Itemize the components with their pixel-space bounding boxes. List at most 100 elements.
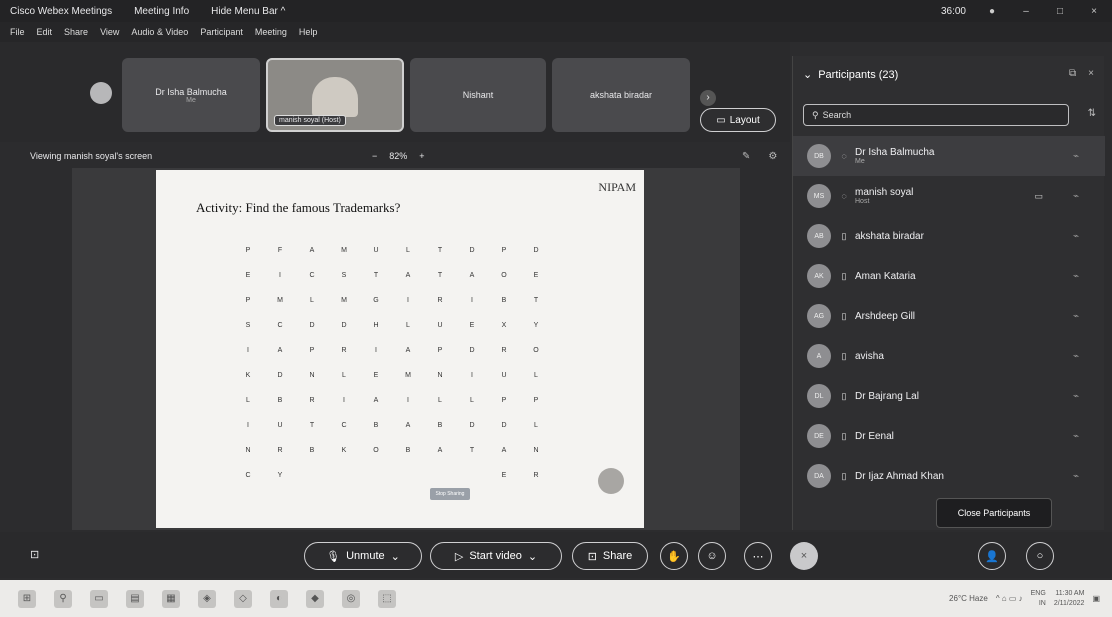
- participant-video: [312, 77, 358, 117]
- weather-text[interactable]: 26°C Haze: [949, 594, 988, 603]
- grid-spacer: [448, 288, 464, 313]
- menu-view[interactable]: View: [100, 27, 119, 37]
- zoom-level: 82%: [389, 151, 408, 161]
- meeting-info-button[interactable]: Meeting Info: [134, 6, 189, 17]
- grid-spacer: [320, 288, 336, 313]
- participant-row[interactable]: DE ▯ Dr Eenal ⌁: [793, 416, 1105, 456]
- participant-row[interactable]: DA ▯ Dr Ijaz Ahmad Khan ⌁: [793, 456, 1105, 496]
- menu-audio-video[interactable]: Audio & Video: [131, 27, 188, 37]
- layout-button[interactable]: ▭ Layout: [700, 108, 776, 132]
- grid-spacer: [512, 238, 528, 263]
- close-panel-icon[interactable]: ×: [1088, 68, 1094, 79]
- language-indicator[interactable]: ENG IN: [1031, 589, 1046, 609]
- participant-row[interactable]: DB ◌ Dr Isha Balmucha Me ⌁: [793, 136, 1105, 176]
- grid-spacer: [288, 238, 304, 263]
- chevron-down-icon: ⌄: [527, 550, 538, 563]
- zoom-out-button[interactable]: −: [372, 151, 377, 161]
- grid-letter: R: [277, 447, 283, 454]
- close-window-icon[interactable]: ×: [1086, 6, 1102, 17]
- participant-row[interactable]: AK ▯ Aman Kataria ⌁: [793, 256, 1105, 296]
- grid-letter: T: [437, 247, 443, 254]
- video-tile-active[interactable]: manish soyal (Host): [266, 58, 404, 132]
- grid-letter: P: [501, 247, 507, 254]
- file-explorer-icon[interactable]: ▤: [126, 589, 144, 608]
- app-icon[interactable]: ◆: [306, 589, 324, 608]
- photos-icon[interactable]: ▦: [162, 589, 180, 608]
- participant-row[interactable]: A ▯ avisha ⌁: [793, 336, 1105, 376]
- leave-meeting-icon[interactable]: ×: [790, 542, 818, 570]
- reactions-icon[interactable]: ☺: [698, 542, 726, 570]
- grid-spacer: [480, 313, 496, 338]
- video-tile[interactable]: Dr Isha Balmucha Me: [122, 58, 260, 132]
- menu-meeting[interactable]: Meeting: [255, 27, 287, 37]
- start-icon[interactable]: ⊞: [18, 589, 36, 608]
- unmute-button[interactable]: 🎙 Unmute ⌄: [304, 542, 422, 570]
- annotate-icon[interactable]: ✎: [742, 151, 750, 162]
- grid-spacer: [288, 338, 304, 363]
- participant-row[interactable]: AB ▯ akshata biradar ⌁: [793, 216, 1105, 256]
- grid-letter: Y: [277, 472, 283, 479]
- windows-taskbar: ⊞ ⚲ ▭ ▤ ▦ ◈ ◇ ◐ ◆ ◎ ⬚ 26°C Haze ^ ⌂ ▭ ♪ …: [0, 580, 1112, 617]
- menu-file[interactable]: File: [10, 27, 25, 37]
- participant-search-input[interactable]: ⚲ Search: [803, 104, 1069, 126]
- grid-spacer: [352, 463, 368, 488]
- letter-grid: P F A M U L T D P D E I C S T A T A O E P M L M G I R I B T S C D D H L U E X Y…: [240, 238, 544, 488]
- menu-participant[interactable]: Participant: [200, 27, 243, 37]
- browser-icon[interactable]: ◐: [270, 589, 288, 608]
- participant-row[interactable]: DL ▯ Dr Bajrang Lal ⌁: [793, 376, 1105, 416]
- collapse-icon[interactable]: ⌄: [803, 68, 812, 81]
- chat-icon[interactable]: ○: [1026, 542, 1054, 570]
- menu-edit[interactable]: Edit: [37, 27, 53, 37]
- share-button[interactable]: ⊡ Share: [572, 542, 648, 570]
- menu-help[interactable]: Help: [299, 27, 318, 37]
- grid-spacer: [448, 388, 464, 413]
- raise-hand-icon[interactable]: ✋: [660, 542, 688, 570]
- search-icon[interactable]: ⚲: [54, 589, 72, 608]
- chrome-icon[interactable]: ◎: [342, 589, 360, 608]
- maximize-icon[interactable]: □: [1052, 6, 1068, 17]
- participant-list: DB ◌ Dr Isha Balmucha Me ⌁ MS ◌ manish soyal Hos…: [793, 136, 1105, 496]
- grid-spacer: [288, 363, 304, 388]
- video-tile[interactable]: Nishant: [410, 58, 546, 132]
- avatar: AK: [807, 264, 831, 288]
- grid-letter: L: [406, 247, 410, 254]
- more-options-icon[interactable]: ⋯: [744, 542, 772, 570]
- grid-letter: B: [405, 447, 411, 454]
- participant-row[interactable]: AG ▯ Arshdeep Gill ⌁: [793, 296, 1105, 336]
- participants-toggle-icon[interactable]: 👤: [978, 542, 1006, 570]
- sort-icon[interactable]: ⇅: [1088, 108, 1096, 119]
- grid-spacer: [320, 338, 336, 363]
- participant-name-block: manish soyal Host: [855, 187, 913, 205]
- start-video-button[interactable]: ▷ Start video ⌄: [430, 542, 562, 570]
- participant-name: Aman Kataria: [855, 270, 916, 282]
- app-icon[interactable]: ◇: [234, 589, 252, 608]
- grid-spacer: [352, 338, 368, 363]
- chevron-right-icon[interactable]: ›: [700, 90, 716, 106]
- popout-icon[interactable]: ⧉: [1069, 68, 1076, 79]
- grid-spacer: [352, 438, 368, 463]
- tile-name: Dr Isha Balmucha: [155, 86, 227, 97]
- captions-icon[interactable]: ⊡: [30, 548, 39, 561]
- participant-row[interactable]: MS ◌ manish soyal Host ▭ ⌁: [793, 176, 1105, 216]
- grid-spacer: [480, 288, 496, 313]
- app-icon[interactable]: ◈: [198, 589, 216, 608]
- grid-spacer: [448, 363, 464, 388]
- grid-spacer: [384, 388, 400, 413]
- participant-name: Dr Ijaz Ahmad Khan: [855, 470, 944, 482]
- notification-icon[interactable]: ▣: [1092, 594, 1100, 603]
- lang-region: IN: [1038, 599, 1046, 607]
- grid-letter: T: [533, 297, 539, 304]
- video-tile[interactable]: akshata biradar: [552, 58, 690, 132]
- grid-spacer: [448, 313, 464, 338]
- clock[interactable]: 11:30 AM 2/11/2022: [1054, 589, 1085, 609]
- grid-spacer: [480, 263, 496, 288]
- minimize-icon[interactable]: –: [1018, 6, 1034, 17]
- tray-icons[interactable]: ^ ⌂ ▭ ♪: [996, 594, 1023, 603]
- mic-muted-icon: ▯: [841, 390, 847, 401]
- webex-icon[interactable]: ⬚: [378, 589, 396, 608]
- hide-menu-bar-button[interactable]: Hide Menu Bar ^: [211, 6, 285, 17]
- zoom-in-button[interactable]: +: [419, 151, 424, 161]
- settings-icon[interactable]: ⚙: [768, 151, 777, 162]
- task-view-icon[interactable]: ▭: [90, 589, 108, 608]
- menu-share[interactable]: Share: [64, 27, 88, 37]
